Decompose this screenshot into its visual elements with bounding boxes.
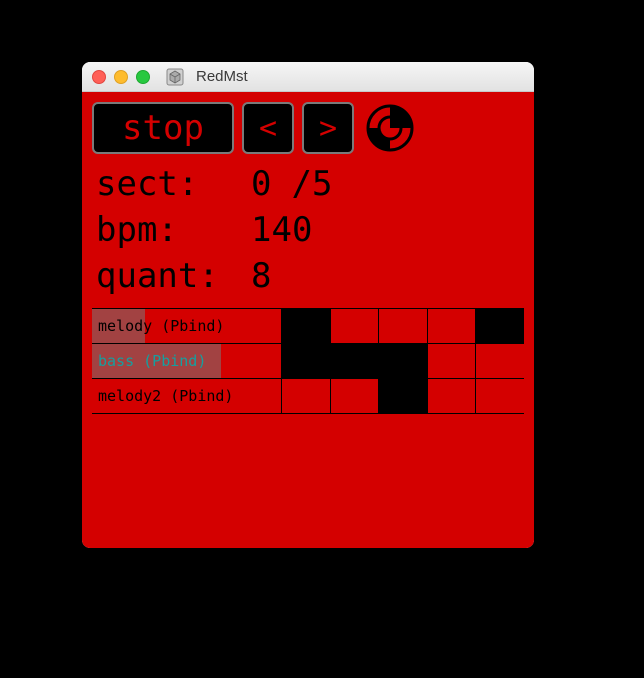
track-label: melody (Pbind) (92, 317, 224, 335)
quant-label: quant: (96, 256, 251, 296)
quant-value: 8 (251, 256, 524, 296)
pattern-cell[interactable] (476, 309, 524, 343)
client-area: stop < > sect: 0 /5 (82, 92, 534, 548)
tracks-table: melody (Pbind) bass (Pbind) melody2 (Pbind… (92, 308, 524, 414)
pattern-cell[interactable] (282, 309, 331, 343)
stop-button[interactable]: stop (92, 102, 234, 154)
sect-total: /5 (291, 164, 332, 204)
track-row[interactable]: melody (Pbind) (92, 309, 524, 344)
pattern-cell[interactable] (379, 379, 428, 413)
track-label-cell[interactable]: bass (Pbind) (92, 344, 282, 378)
sect-label: sect: (96, 164, 251, 204)
pattern-cell[interactable] (428, 309, 477, 343)
pattern-cell[interactable] (428, 344, 477, 378)
sect-value: 0 /5 (251, 164, 524, 204)
pattern-cell[interactable] (331, 379, 380, 413)
track-label-cell[interactable]: melody2 (Pbind) (92, 379, 282, 413)
minimize-icon[interactable] (114, 70, 128, 84)
pattern-cell[interactable] (428, 379, 477, 413)
app-icon (166, 68, 184, 86)
pattern-cell[interactable] (379, 309, 428, 343)
close-icon[interactable] (92, 70, 106, 84)
pattern-cell[interactable] (331, 344, 380, 378)
pattern-cell[interactable] (379, 344, 428, 378)
bpm-value: 140 (251, 210, 524, 250)
window-title: RedMst (196, 68, 248, 85)
pattern-cell[interactable] (476, 379, 524, 413)
track-label: bass (Pbind) (92, 352, 206, 370)
track-row[interactable]: melody2 (Pbind) (92, 379, 524, 414)
info-grid: sect: 0 /5 bpm: 140 quant: 8 (92, 164, 524, 296)
app-window: RedMst stop < > sect: 0 /5 (82, 62, 534, 548)
zoom-icon[interactable] (136, 70, 150, 84)
jog-dial-icon[interactable] (364, 102, 416, 154)
toolbar: stop < > (92, 102, 524, 154)
track-label: melody2 (Pbind) (92, 387, 233, 405)
track-row[interactable]: bass (Pbind) (92, 344, 524, 379)
titlebar[interactable]: RedMst (82, 62, 534, 92)
traffic-lights (92, 70, 150, 84)
pattern-cell[interactable] (282, 379, 331, 413)
pattern-cell[interactable] (282, 344, 331, 378)
pattern-cell[interactable] (476, 344, 524, 378)
next-button[interactable]: > (302, 102, 354, 154)
sect-index: 0 (251, 164, 271, 204)
prev-button[interactable]: < (242, 102, 294, 154)
bpm-label: bpm: (96, 210, 251, 250)
pattern-cell[interactable] (331, 309, 380, 343)
track-label-cell[interactable]: melody (Pbind) (92, 309, 282, 343)
